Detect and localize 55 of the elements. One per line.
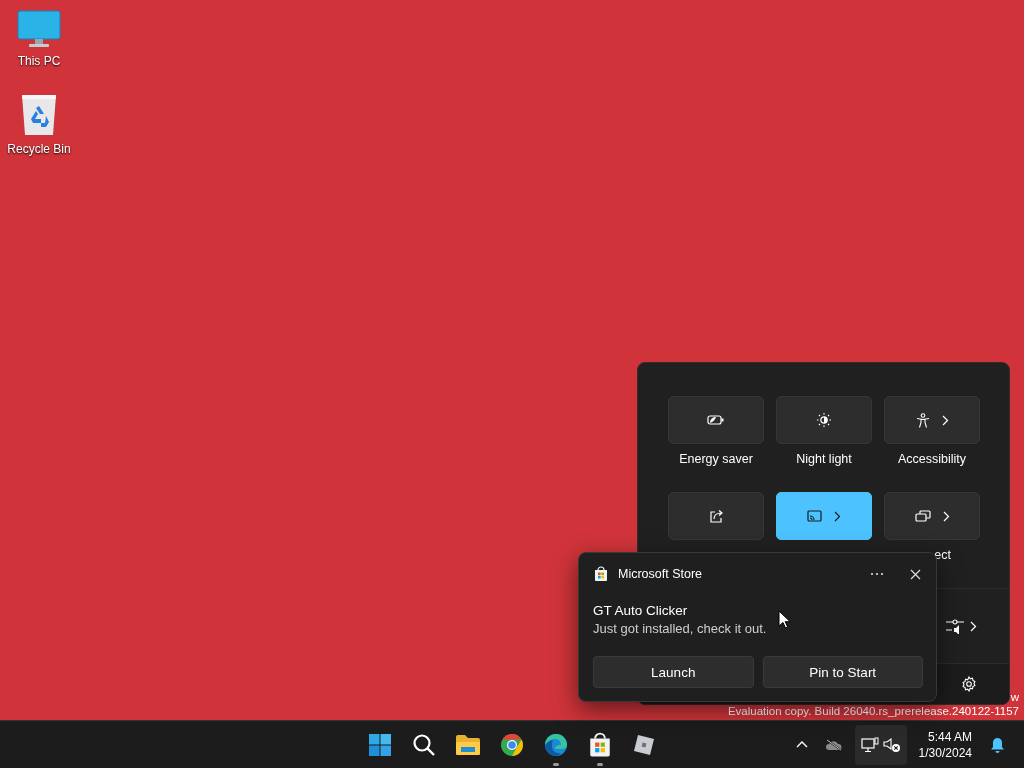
tile-label: Accessibility <box>897 452 967 466</box>
monitor-icon <box>17 10 61 48</box>
quick-setting-tile[interactable] <box>884 492 980 540</box>
running-indicator <box>597 762 603 766</box>
notification-title: GT Auto Clicker <box>593 603 689 618</box>
sound-output-button[interactable] <box>944 616 979 636</box>
folder-icon <box>455 733 481 756</box>
volume-muted-icon <box>882 736 901 753</box>
store-icon <box>593 566 609 582</box>
search-icon <box>412 732 436 757</box>
quick-setting-tile[interactable] <box>668 396 764 444</box>
app-name: Microsoft Store <box>618 567 704 581</box>
settings-icon <box>961 676 977 692</box>
network-volume-button[interactable] <box>854 724 907 765</box>
cube-icon <box>633 733 655 756</box>
cloud-off-icon <box>824 738 843 751</box>
quick-setting-tile[interactable] <box>884 396 980 444</box>
share-icon <box>708 509 724 523</box>
action-button[interactable]: Pin to Start <box>762 656 923 688</box>
screens-icon <box>914 510 931 522</box>
store-icon <box>587 731 613 758</box>
more-icon <box>870 572 884 576</box>
battery-leaf-icon <box>707 414 725 426</box>
start-icon <box>368 732 392 757</box>
chevron-icon <box>834 510 841 522</box>
speaker-settings-icon <box>946 618 964 634</box>
desktop-icon-label[interactable]: Recycle Bin <box>7 142 71 156</box>
edge-icon <box>544 732 568 757</box>
cursor-icon <box>778 610 790 629</box>
quick-setting-tile[interactable] <box>668 492 764 540</box>
bell-icon <box>989 736 1005 753</box>
brightness-icon <box>817 413 831 427</box>
quick-setting-tile[interactable] <box>776 396 872 444</box>
tile-label: Night light <box>796 452 852 466</box>
action-button[interactable]: Launch <box>593 656 754 688</box>
notification-message: Just got installed, check it out. <box>593 621 768 636</box>
running-indicator <box>553 762 559 766</box>
cast-icon <box>807 510 822 522</box>
clock[interactable]: 5:44 AM 1/30/2024 <box>908 728 980 761</box>
network-icon <box>860 736 879 753</box>
tile-label: ect <box>934 548 951 562</box>
watermark-text: w <box>1010 690 1019 704</box>
quick-setting-tile[interactable] <box>776 492 872 540</box>
recycle-bin-icon <box>20 92 58 136</box>
chevron-up-icon <box>795 741 808 748</box>
chevron-icon <box>941 414 949 426</box>
watermark-text: Evaluation copy. Build 26040.rs_prerelease.240122-1157 <box>727 704 1019 718</box>
tile-label: Energy saver <box>679 452 753 466</box>
person-icon <box>915 412 930 428</box>
chevron-icon <box>942 510 950 522</box>
desktop-icon-label[interactable]: This PC <box>17 54 61 68</box>
chrome-icon <box>500 732 524 757</box>
settings-button[interactable] <box>959 674 979 694</box>
chevron-icon <box>970 620 977 632</box>
close-icon <box>910 568 921 580</box>
